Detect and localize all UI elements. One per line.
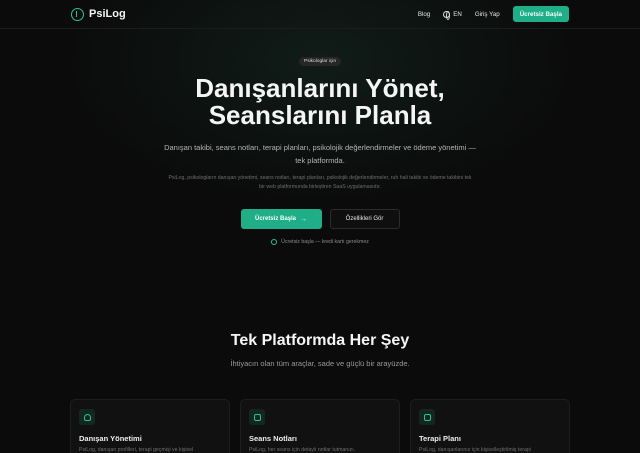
check-circle-icon <box>271 239 278 245</box>
start-free-button[interactable]: Ücretsiz Başla → <box>240 209 322 229</box>
card-description: PsiLog, danışan profilleri, terapi geçmi… <box>79 447 194 453</box>
feature-card-therapy-plan[interactable]: Terapi Planı PsiLog, danışanlarınız için… <box>410 399 570 453</box>
card-title: Seans Notları <box>249 434 297 443</box>
audience-badge: Psikologlar için <box>299 57 341 66</box>
brain-icon <box>71 7 84 21</box>
card-title: Danışan Yönetimi <box>79 434 142 443</box>
card-icon-container <box>249 409 265 425</box>
hero-title: Danışanlarını Yönet, Seanslarını Planla <box>0 75 640 129</box>
card-description: PsiLog, danışanlarınız için kişiselleşti… <box>419 447 531 453</box>
document-icon <box>253 413 261 421</box>
feature-card-session-notes[interactable]: Seans Notları PsiLog, her seans için det… <box>240 399 400 453</box>
hero-description: PsiLog, psikologların danışan yönetimi, … <box>168 175 472 190</box>
card-icon-container <box>419 409 435 425</box>
hero-title-line-2: Seanslarını Planla <box>208 100 432 130</box>
features-title: Tek Platformda Her Şey <box>230 332 410 349</box>
nav-signup-button[interactable]: Ücretsiz Başla <box>512 6 569 22</box>
card-icon-container <box>79 409 95 425</box>
globe-icon <box>443 10 451 20</box>
brand-name: PsiLog <box>89 8 126 20</box>
hero-title-line-1: Danışanlarını Yönet, <box>195 73 445 103</box>
hero-subtitle: Danışan takibi, seans notları, terapi pl… <box>164 143 476 165</box>
free-note: Ücretsiz başla — kredi kartı gerekmez <box>0 239 640 245</box>
language-switcher[interactable]: EN <box>443 10 462 20</box>
card-title: Terapi Planı <box>419 434 461 443</box>
hero-cta-row: Ücretsiz Başla → Özellikleri Gör <box>0 209 640 229</box>
feature-cards: Danışan Yönetimi PsiLog, danışan profill… <box>70 399 570 453</box>
users-icon <box>83 413 91 421</box>
language-label: EN <box>453 10 462 18</box>
nav-link-login[interactable]: Giriş Yap <box>475 11 500 18</box>
free-note-text: Ücretsiz başla — kredi kartı gerekmez <box>281 239 369 245</box>
features-subtitle: İhtiyacın olan tüm araçlar, sade ve güçl… <box>230 359 410 368</box>
start-free-label: Ücretsiz Başla <box>254 216 297 222</box>
arrow-right-icon: → <box>300 215 308 223</box>
brand-logo[interactable]: PsiLog <box>71 7 126 21</box>
card-description: PsiLog, her seans için detaylı notlar tu… <box>249 447 356 453</box>
top-nav: PsiLog Blog EN Giriş Yap Ücretsiz Başla <box>0 0 640 29</box>
see-features-button[interactable]: Özellikleri Gör <box>329 209 400 229</box>
nav-link-blog[interactable]: Blog <box>418 11 430 18</box>
clipboard-icon <box>423 413 431 421</box>
feature-card-clients[interactable]: Danışan Yönetimi PsiLog, danışan profill… <box>70 399 230 453</box>
nav-links: Blog EN Giriş Yap Ücretsiz Başla <box>418 6 569 22</box>
